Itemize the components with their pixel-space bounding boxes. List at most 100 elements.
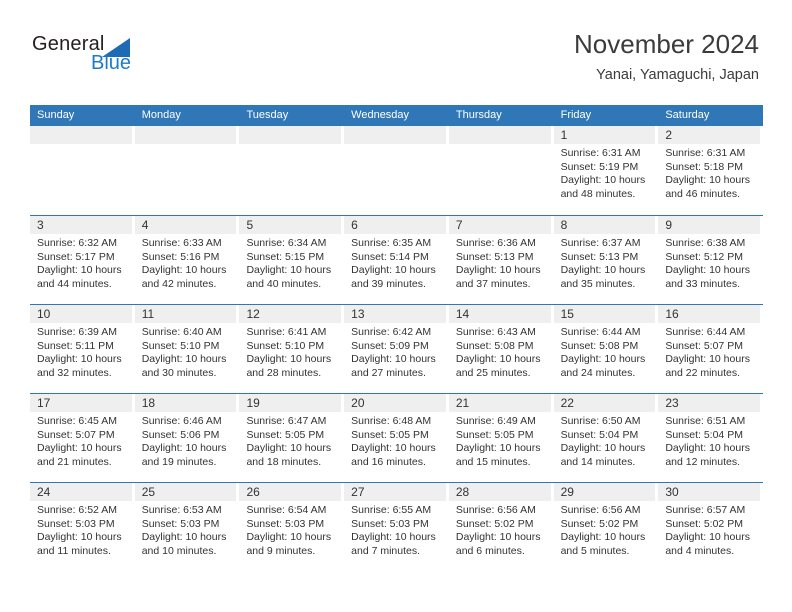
sunrise-text: Sunrise: 6:50 AM: [560, 415, 641, 427]
day-cell[interactable]: 16 Sunrise: 6:44 AM Sunset: 5:07 PM Dayligh…: [658, 305, 763, 393]
day-number: 21: [448, 394, 551, 412]
day-number: 6: [344, 216, 446, 234]
sunset-text: Sunset: 5:05 PM: [246, 428, 325, 441]
sunrise-text: Sunrise: 6:46 AM: [141, 415, 222, 427]
day-details: Sunrise: 6:43 AM Sunset: 5:08 PM Daylight:…: [449, 323, 551, 380]
sunrise-text: Sunrise: 6:44 AM: [560, 326, 641, 338]
day-number: 8: [553, 216, 656, 234]
day-cell[interactable]: 7 Sunrise: 6:36 AM Sunset: 5:13 PM Daylight…: [448, 216, 554, 304]
day-cell-empty: [134, 126, 240, 215]
day-cell[interactable]: 11 Sunrise: 6:40 AM Sunset: 5:10 PM Dayligh…: [134, 305, 240, 393]
sunrise-text: Sunrise: 6:31 AM: [665, 147, 746, 159]
day-cell[interactable]: 30 Sunrise: 6:57 AM Sunset: 5:02 PM Dayligh…: [658, 483, 763, 571]
sunset-text: Sunset: 5:08 PM: [560, 339, 639, 352]
daylight-text: Daylight: 10 hours and 12 minutes.: [665, 442, 750, 468]
day-number: 28: [448, 483, 551, 501]
day-cell[interactable]: 23 Sunrise: 6:51 AM Sunset: 5:04 PM Dayligh…: [658, 394, 763, 482]
sunrise-text: Sunrise: 6:57 AM: [665, 504, 746, 516]
sunset-text: Sunset: 5:08 PM: [455, 339, 534, 352]
day-cell[interactable]: 29 Sunrise: 6:56 AM Sunset: 5:02 PM Dayligh…: [553, 483, 659, 571]
daylight-text: Daylight: 10 hours and 28 minutes.: [246, 353, 332, 379]
page-header: General Blue November 2024 Yanai, Yamagu…: [0, 0, 792, 100]
day-cell[interactable]: 13 Sunrise: 6:42 AM Sunset: 5:09 PM Dayligh…: [344, 305, 449, 393]
sunrise-text: Sunrise: 6:42 AM: [351, 326, 432, 338]
sunset-text: Sunset: 5:05 PM: [351, 428, 429, 441]
weekday-header-sunday: Sunday: [37, 109, 75, 121]
day-details: Sunrise: 6:31 AM Sunset: 5:19 PM Daylight:…: [554, 144, 656, 201]
day-cell[interactable]: 27 Sunrise: 6:55 AM Sunset: 5:03 PM Dayligh…: [344, 483, 449, 571]
daylight-text: Daylight: 10 hours and 33 minutes.: [665, 264, 750, 290]
weekday-header-tuesday: Tuesday: [246, 109, 289, 121]
day-details: Sunrise: 6:47 AM Sunset: 5:05 PM Daylight:…: [239, 412, 341, 469]
day-number: 24: [30, 483, 132, 501]
day-number: 18: [134, 394, 237, 412]
day-cell[interactable]: 18 Sunrise: 6:46 AM Sunset: 5:06 PM Dayligh…: [134, 394, 240, 482]
sunrise-text: Sunrise: 6:34 AM: [246, 237, 327, 249]
day-cell[interactable]: 8 Sunrise: 6:37 AM Sunset: 5:13 PM Daylight…: [553, 216, 659, 304]
sunrise-text: Sunrise: 6:37 AM: [560, 237, 641, 249]
day-details: Sunrise: 6:41 AM Sunset: 5:10 PM Daylight:…: [239, 323, 341, 380]
calendar-grid: Sunday Monday Tuesday Wednesday Thursday Frid…: [30, 105, 763, 571]
sunrise-text: Sunrise: 6:55 AM: [351, 504, 432, 516]
day-cell[interactable]: 22 Sunrise: 6:50 AM Sunset: 5:04 PM Dayligh…: [553, 394, 659, 482]
sunset-text: Sunset: 5:17 PM: [37, 250, 115, 263]
day-details: Sunrise: 6:50 AM Sunset: 5:04 PM Daylight:…: [554, 412, 656, 469]
day-cell[interactable]: 26 Sunrise: 6:54 AM Sunset: 5:03 PM Dayligh…: [239, 483, 344, 571]
day-cell[interactable]: 6 Sunrise: 6:35 AM Sunset: 5:14 PM Daylight…: [344, 216, 449, 304]
sunrise-text: Sunrise: 6:33 AM: [141, 237, 222, 249]
day-cell[interactable]: 19 Sunrise: 6:47 AM Sunset: 5:05 PM Dayligh…: [239, 394, 344, 482]
day-cell[interactable]: 15 Sunrise: 6:44 AM Sunset: 5:08 PM Dayligh…: [553, 305, 659, 393]
day-cell[interactable]: 9 Sunrise: 6:38 AM Sunset: 5:12 PM Daylight…: [658, 216, 763, 304]
sunrise-text: Sunrise: 6:38 AM: [665, 237, 746, 249]
day-cell[interactable]: 14 Sunrise: 6:43 AM Sunset: 5:08 PM Dayligh…: [448, 305, 554, 393]
sunrise-text: Sunrise: 6:43 AM: [455, 326, 536, 338]
day-details: Sunrise: 6:31 AM Sunset: 5:18 PM Daylight:…: [658, 144, 760, 201]
day-cell[interactable]: 2 Sunrise: 6:31 AM Sunset: 5:18 PM Daylight…: [658, 126, 763, 215]
sunset-text: Sunset: 5:03 PM: [351, 517, 429, 530]
day-cell[interactable]: 20 Sunrise: 6:48 AM Sunset: 5:05 PM Dayligh…: [344, 394, 449, 482]
day-cell[interactable]: 4 Sunrise: 6:33 AM Sunset: 5:16 PM Daylight…: [134, 216, 240, 304]
sunrise-text: Sunrise: 6:51 AM: [665, 415, 746, 427]
daylight-text: Daylight: 10 hours and 27 minutes.: [351, 353, 436, 379]
day-cell[interactable]: 3 Sunrise: 6:32 AM Sunset: 5:17 PM Daylight…: [30, 216, 135, 304]
day-cell-empty: [448, 126, 554, 215]
calendar-week-row: 1 Sunrise: 6:31 AM Sunset: 5:19 PM Daylight…: [30, 126, 763, 215]
day-number: 10: [30, 305, 132, 323]
day-details: Sunrise: 6:44 AM Sunset: 5:08 PM Daylight:…: [554, 323, 656, 380]
day-cell[interactable]: 1 Sunrise: 6:31 AM Sunset: 5:19 PM Daylight…: [553, 126, 659, 215]
day-details: Sunrise: 6:44 AM Sunset: 5:07 PM Daylight:…: [658, 323, 760, 380]
day-cell[interactable]: 24 Sunrise: 6:52 AM Sunset: 5:03 PM Dayligh…: [30, 483, 135, 571]
sunset-text: Sunset: 5:02 PM: [560, 517, 639, 530]
sunset-text: Sunset: 5:03 PM: [246, 517, 325, 530]
day-details: Sunrise: 6:54 AM Sunset: 5:03 PM Daylight:…: [239, 501, 341, 558]
page-title: November 2024: [574, 29, 759, 59]
day-cell[interactable]: 5 Sunrise: 6:34 AM Sunset: 5:15 PM Daylight…: [239, 216, 344, 304]
day-cell[interactable]: 10 Sunrise: 6:39 AM Sunset: 5:11 PM Dayligh…: [30, 305, 135, 393]
day-cell[interactable]: 25 Sunrise: 6:53 AM Sunset: 5:03 PM Dayligh…: [134, 483, 240, 571]
daylight-text: Daylight: 10 hours and 32 minutes.: [37, 353, 122, 379]
day-cell[interactable]: 21 Sunrise: 6:49 AM Sunset: 5:05 PM Dayligh…: [448, 394, 554, 482]
weekday-header-row: Sunday Monday Tuesday Wednesday Thursday Frid…: [30, 105, 763, 126]
page-subtitle: Yanai, Yamaguchi, Japan: [596, 66, 759, 83]
day-cell[interactable]: 12 Sunrise: 6:41 AM Sunset: 5:10 PM Dayligh…: [239, 305, 344, 393]
day-number: 9: [658, 216, 761, 234]
daylight-text: Daylight: 10 hours and 39 minutes.: [351, 264, 436, 290]
day-cell[interactable]: 28 Sunrise: 6:56 AM Sunset: 5:02 PM Dayligh…: [448, 483, 554, 571]
calendar-week-row: 3 Sunrise: 6:32 AM Sunset: 5:17 PM Daylight…: [30, 215, 763, 304]
sunrise-text: Sunrise: 6:45 AM: [37, 415, 117, 427]
day-number: 3: [30, 216, 132, 234]
general-blue-logo[interactable]: General Blue: [32, 33, 212, 83]
day-number: 12: [239, 305, 342, 323]
sunset-text: Sunset: 5:13 PM: [455, 250, 534, 263]
daylight-text: Daylight: 10 hours and 7 minutes.: [351, 531, 436, 557]
day-details: Sunrise: 6:36 AM Sunset: 5:13 PM Daylight:…: [449, 234, 551, 291]
daylight-text: Daylight: 10 hours and 30 minutes.: [141, 353, 227, 379]
sunset-text: Sunset: 5:04 PM: [665, 428, 743, 441]
daylight-text: Daylight: 10 hours and 10 minutes.: [141, 531, 227, 557]
weekday-header-saturday: Saturday: [665, 109, 710, 121]
sunrise-text: Sunrise: 6:36 AM: [455, 237, 536, 249]
sunset-text: Sunset: 5:03 PM: [37, 517, 115, 530]
day-cell[interactable]: 17 Sunrise: 6:45 AM Sunset: 5:07 PM Dayligh…: [30, 394, 135, 482]
day-number: 1: [553, 126, 656, 144]
sunrise-text: Sunrise: 6:32 AM: [37, 237, 117, 249]
